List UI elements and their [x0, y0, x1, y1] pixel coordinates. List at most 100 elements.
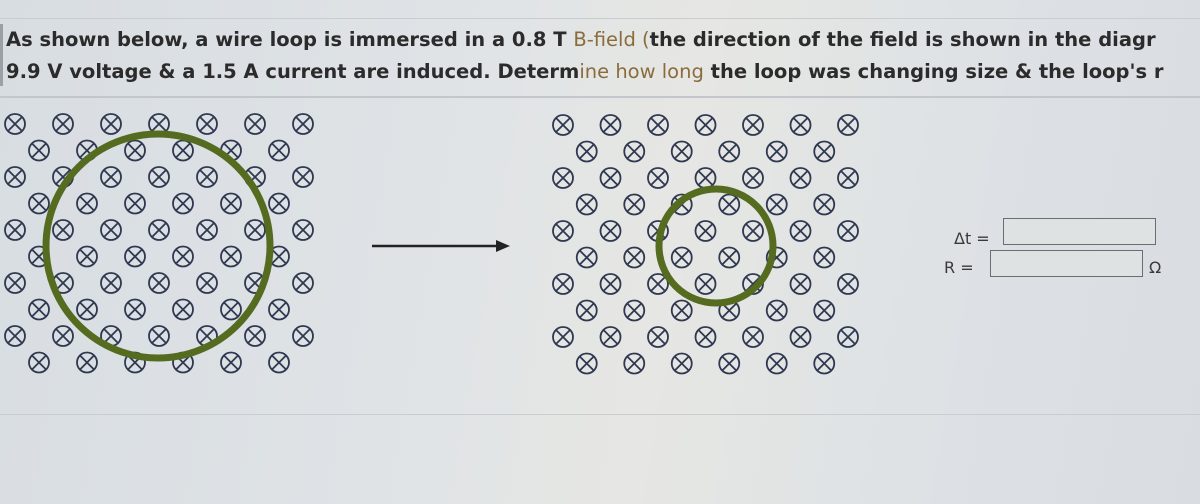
field-into-page-icon [813, 193, 836, 216]
field-into-page-icon [765, 140, 788, 163]
field-into-page-icon [28, 139, 50, 162]
field-into-page-icon [4, 113, 26, 135]
field-into-page-icon [172, 139, 194, 162]
field-into-page-icon [52, 219, 74, 241]
field-into-page-icon [244, 219, 266, 241]
field-into-page-icon [647, 326, 669, 348]
field-into-page-icon [718, 140, 741, 163]
field-into-page-icon [742, 114, 764, 136]
field-into-page-icon [599, 114, 622, 136]
field-into-page-icon [623, 299, 646, 322]
field-into-page-icon [292, 325, 314, 347]
field-into-page-icon [100, 272, 122, 294]
field-into-page-icon [4, 166, 26, 188]
field-into-page-icon [623, 246, 646, 269]
field-into-page-icon [552, 220, 574, 242]
field-into-page-icon [292, 166, 314, 188]
field-into-page-icon [196, 113, 218, 135]
field-into-page-icon [292, 113, 314, 135]
field-into-page-icon [244, 113, 266, 135]
field-into-page-icon [268, 192, 290, 215]
field-into-page-icon [789, 220, 812, 242]
field-into-page-icon [718, 246, 741, 269]
field-into-page-icon [220, 298, 242, 321]
field-grid-final [552, 114, 859, 375]
field-into-page-icon [552, 114, 574, 136]
field-into-page-icon [100, 166, 122, 188]
field-into-page-icon [670, 246, 693, 269]
field-into-page-icon [148, 272, 170, 294]
field-into-page-icon [765, 352, 788, 375]
field-into-page-icon [837, 273, 859, 295]
field-into-page-icon [100, 219, 122, 241]
field-into-page-icon [28, 298, 50, 321]
field-into-page-icon [837, 220, 859, 242]
field-into-page-icon [742, 220, 764, 242]
field-into-page-icon [124, 139, 146, 162]
field-into-page-icon [28, 192, 50, 215]
field-into-page-icon [148, 219, 170, 241]
field-into-page-icon [76, 245, 98, 268]
field-into-page-icon [52, 325, 74, 347]
field-into-page-icon [268, 351, 290, 374]
transition-arrow [372, 240, 510, 252]
field-into-page-icon [623, 193, 646, 216]
field-into-page-icon [599, 273, 622, 295]
field-into-page-icon [552, 273, 574, 295]
field-into-page-icon [575, 140, 598, 163]
field-into-page-icon [552, 326, 574, 348]
field-into-page-icon [694, 326, 717, 348]
field-into-page-icon [670, 299, 693, 322]
field-into-page-icon [268, 298, 290, 321]
field-into-page-icon [742, 326, 764, 348]
field-into-page-icon [694, 220, 717, 242]
field-into-page-icon [575, 193, 598, 216]
field-into-page-icon [4, 325, 26, 347]
delta-t-input[interactable] [1003, 218, 1156, 245]
field-into-page-icon [670, 352, 693, 375]
field-into-page-icon [124, 298, 146, 321]
field-into-page-icon [670, 140, 693, 163]
field-into-page-icon [813, 140, 836, 163]
field-into-page-icon [694, 167, 717, 189]
field-into-page-icon [552, 167, 574, 189]
field-into-page-icon [244, 325, 266, 347]
field-into-page-icon [28, 351, 50, 374]
field-into-page-icon [599, 220, 622, 242]
resistance-label: R = [944, 258, 974, 277]
ohm-unit: Ω [1149, 258, 1162, 277]
field-into-page-icon [789, 273, 812, 295]
field-into-page-icon [813, 299, 836, 322]
field-into-page-icon [76, 192, 98, 215]
field-into-page-icon [124, 245, 146, 268]
field-into-page-icon [837, 326, 859, 348]
field-into-page-icon [4, 272, 26, 294]
field-into-page-icon [765, 193, 788, 216]
field-into-page-icon [100, 113, 122, 135]
bottom-border [0, 414, 1200, 415]
field-into-page-icon [76, 351, 98, 374]
field-into-page-icon [4, 219, 26, 241]
field-into-page-icon [575, 352, 598, 375]
field-into-page-icon [718, 352, 741, 375]
field-into-page-icon [292, 219, 314, 241]
field-into-page-icon [837, 167, 859, 189]
field-into-page-icon [220, 351, 242, 374]
field-into-page-icon [196, 219, 218, 241]
field-into-page-icon [76, 298, 98, 321]
field-into-page-icon [148, 166, 170, 188]
field-into-page-icon [623, 140, 646, 163]
field-into-page-icon [220, 192, 242, 215]
field-into-page-icon [575, 246, 598, 269]
field-into-page-icon [196, 166, 218, 188]
resistance-input[interactable] [990, 250, 1143, 277]
field-into-page-icon [172, 298, 194, 321]
delta-t-label: Δt = [954, 229, 990, 248]
field-into-page-icon [694, 273, 717, 295]
field-into-page-icon [196, 272, 218, 294]
field-into-page-icon [172, 192, 194, 215]
field-into-page-icon [694, 114, 717, 136]
field-into-page-icon [742, 167, 764, 189]
field-into-page-icon [148, 325, 170, 347]
field-into-page-icon [599, 326, 622, 348]
